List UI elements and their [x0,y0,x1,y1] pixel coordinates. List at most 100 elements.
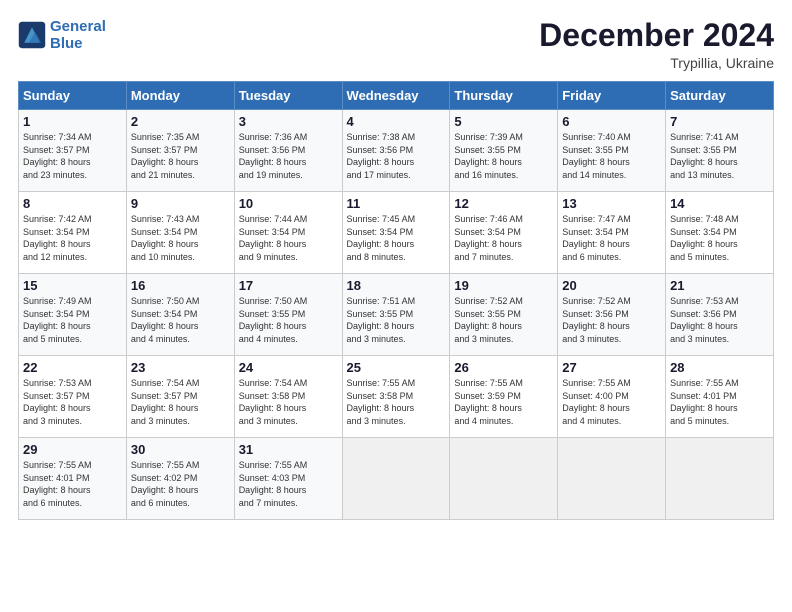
day-info-line: Sunrise: 7:51 AM [347,295,446,308]
day-info-line: Sunset: 4:00 PM [562,390,661,403]
day-info-line: Sunset: 3:57 PM [131,144,230,157]
day-info-line: Daylight: 8 hours [131,238,230,251]
table-row: 25Sunrise: 7:55 AMSunset: 3:58 PMDayligh… [342,356,450,438]
day-info-line: and 12 minutes. [23,251,122,264]
day-info-line: Daylight: 8 hours [23,238,122,251]
day-info-line: Sunrise: 7:42 AM [23,213,122,226]
table-row: 12Sunrise: 7:46 AMSunset: 3:54 PMDayligh… [450,192,558,274]
day-info-line: and 6 minutes. [131,497,230,510]
day-info-line: Sunrise: 7:44 AM [239,213,338,226]
day-info-line: and 16 minutes. [454,169,553,182]
day-info-line: and 23 minutes. [23,169,122,182]
table-row [558,438,666,520]
table-row: 2Sunrise: 7:35 AMSunset: 3:57 PMDaylight… [126,110,234,192]
day-info-line: Sunrise: 7:53 AM [670,295,769,308]
logo-text: General Blue [50,18,106,53]
day-info-line: Sunrise: 7:43 AM [131,213,230,226]
day-info-line: Sunset: 3:55 PM [239,308,338,321]
day-info-line: and 3 minutes. [562,333,661,346]
day-info-line: Daylight: 8 hours [454,402,553,415]
day-info-line: Sunrise: 7:36 AM [239,131,338,144]
day-info-line: Sunset: 3:57 PM [23,144,122,157]
day-info-line: Sunset: 3:54 PM [562,226,661,239]
day-info-line: and 7 minutes. [454,251,553,264]
table-row: 10Sunrise: 7:44 AMSunset: 3:54 PMDayligh… [234,192,342,274]
day-info-line: and 6 minutes. [23,497,122,510]
day-info-line: and 3 minutes. [347,415,446,428]
day-info-line: Sunrise: 7:55 AM [454,377,553,390]
title-block: December 2024 Trypillia, Ukraine [539,18,774,71]
day-info-line: Sunset: 3:55 PM [454,144,553,157]
table-row: 21Sunrise: 7:53 AMSunset: 3:56 PMDayligh… [666,274,774,356]
day-number: 16 [131,278,230,293]
day-info-line: Daylight: 8 hours [454,238,553,251]
day-info-line: Daylight: 8 hours [23,156,122,169]
day-number: 12 [454,196,553,211]
day-info-line: Sunset: 3:57 PM [23,390,122,403]
day-info-line: Daylight: 8 hours [670,156,769,169]
table-row: 16Sunrise: 7:50 AMSunset: 3:54 PMDayligh… [126,274,234,356]
day-info-line: and 3 minutes. [131,415,230,428]
day-info-line: and 10 minutes. [131,251,230,264]
day-info-line: and 7 minutes. [239,497,338,510]
calendar-header-row: Sunday Monday Tuesday Wednesday Thursday… [19,82,774,110]
table-row [666,438,774,520]
col-monday: Monday [126,82,234,110]
day-info-line: and 13 minutes. [670,169,769,182]
table-row: 27Sunrise: 7:55 AMSunset: 4:00 PMDayligh… [558,356,666,438]
day-number: 1 [23,114,122,129]
day-info-line: Sunset: 3:59 PM [454,390,553,403]
table-row: 7Sunrise: 7:41 AMSunset: 3:55 PMDaylight… [666,110,774,192]
table-row: 29Sunrise: 7:55 AMSunset: 4:01 PMDayligh… [19,438,127,520]
day-info-line: Sunrise: 7:55 AM [347,377,446,390]
col-sunday: Sunday [19,82,127,110]
day-info-line: Daylight: 8 hours [239,238,338,251]
day-number: 18 [347,278,446,293]
day-number: 20 [562,278,661,293]
day-info-line: Sunrise: 7:39 AM [454,131,553,144]
day-number: 30 [131,442,230,457]
logo: General Blue [18,18,106,53]
table-row: 5 Sunrise: 7:39 AMSunset: 3:55 PMDaylight… [450,110,558,192]
day-info-line: Sunrise: 7:55 AM [239,459,338,472]
day-info-line: Sunset: 3:55 PM [347,308,446,321]
day-number: 24 [239,360,338,375]
day-number: 28 [670,360,769,375]
table-row: 13Sunrise: 7:47 AMSunset: 3:54 PMDayligh… [558,192,666,274]
day-number: 11 [347,196,446,211]
day-info-line: Sunrise: 7:54 AM [239,377,338,390]
day-info-line: Sunrise: 7:54 AM [131,377,230,390]
page: General Blue December 2024 Trypillia, Uk… [0,0,792,612]
table-row: 14Sunrise: 7:48 AMSunset: 3:54 PMDayligh… [666,192,774,274]
day-number: 29 [23,442,122,457]
day-info-line: Daylight: 8 hours [454,156,553,169]
day-info-line: Sunrise: 7:35 AM [131,131,230,144]
day-info-line: and 8 minutes. [347,251,446,264]
day-info-line: Sunrise: 7:45 AM [347,213,446,226]
day-info-line: Sunset: 3:57 PM [131,390,230,403]
day-number: 4 [347,114,446,129]
day-number: 5 [454,114,553,129]
day-info-line: Sunrise: 7:55 AM [562,377,661,390]
day-info-line: Daylight: 8 hours [131,402,230,415]
day-info-line: Sunrise: 7:34 AM [23,131,122,144]
day-info-line: Daylight: 8 hours [670,238,769,251]
calendar-table: Sunday Monday Tuesday Wednesday Thursday… [18,81,774,520]
day-info-line: Sunrise: 7:52 AM [562,295,661,308]
day-info-line: Sunrise: 7:55 AM [670,377,769,390]
day-number: 22 [23,360,122,375]
day-info-line: Daylight: 8 hours [347,320,446,333]
day-info-line: Sunset: 3:54 PM [454,226,553,239]
day-info-line: and 4 minutes. [131,333,230,346]
day-info-line: and 21 minutes. [131,169,230,182]
day-number: 25 [347,360,446,375]
day-info-line: and 5 minutes. [670,251,769,264]
day-info-line: Daylight: 8 hours [23,402,122,415]
day-info-line: and 4 minutes. [454,415,553,428]
logo-icon [18,21,46,49]
day-info-line: and 3 minutes. [239,415,338,428]
day-info-line: Sunset: 3:55 PM [670,144,769,157]
table-row: 3Sunrise: 7:36 AMSunset: 3:56 PMDaylight… [234,110,342,192]
table-row: 24Sunrise: 7:54 AMSunset: 3:58 PMDayligh… [234,356,342,438]
day-info-line: and 3 minutes. [23,415,122,428]
